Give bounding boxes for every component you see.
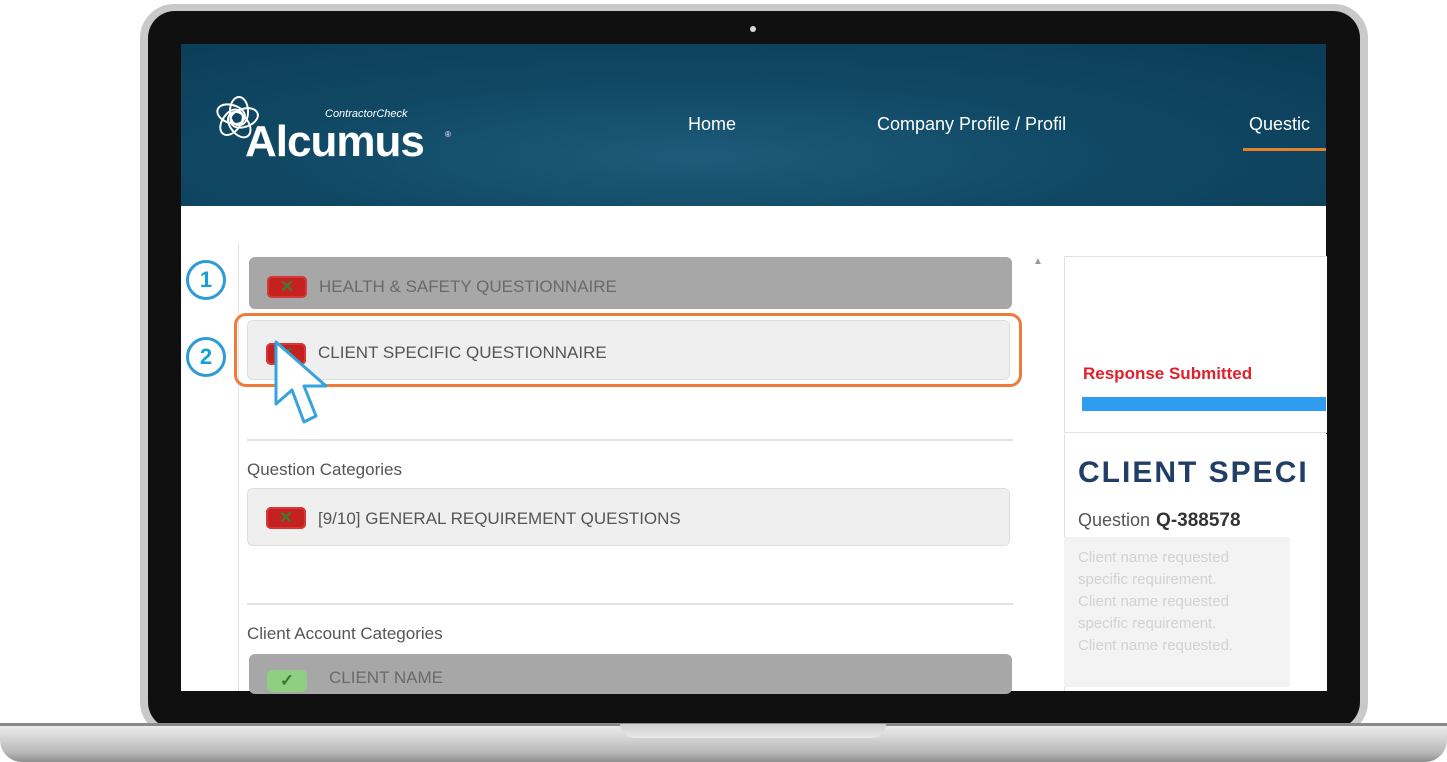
webcam xyxy=(750,26,756,32)
description-line: Client name requested xyxy=(1078,549,1229,566)
incomplete-x-icon xyxy=(267,276,307,298)
registered-mark: ® xyxy=(445,130,451,139)
nav-company-profile[interactable]: Company Profile / Profil xyxy=(877,114,1066,135)
response-status-text: Response Submitted xyxy=(1083,364,1253,383)
step-marker-2: 2 xyxy=(186,337,226,377)
category-item-general-requirements[interactable]: [9/10] GENERAL REQUIREMENT QUESTIONS xyxy=(247,488,1010,546)
questionnaire-item-health-safety[interactable]: HEALTH & SAFETY QUESTIONNAIRE xyxy=(249,257,1012,309)
nav-questionnaires[interactable]: Questic xyxy=(1249,114,1310,135)
description-line: specific requirement. xyxy=(1078,571,1217,588)
section-divider xyxy=(247,439,1013,441)
response-progress-bar xyxy=(1082,397,1326,411)
section-divider xyxy=(247,603,1013,605)
client-account-item[interactable]: CLIENT NAME xyxy=(249,654,1012,694)
complete-check-icon xyxy=(267,670,307,692)
description-line: specific requirement. xyxy=(1078,615,1217,632)
mouse-pointer-icon xyxy=(274,340,328,424)
scroll-up-icon[interactable]: ▲ xyxy=(1033,256,1043,267)
questionnaire-title: CLIENT SPECI xyxy=(1078,456,1309,489)
description-line: Client name requested. xyxy=(1078,637,1234,654)
description-line: Client name requested xyxy=(1078,593,1229,610)
incomplete-x-icon xyxy=(266,507,306,529)
question-description: Client name requested specific requireme… xyxy=(1064,537,1290,687)
laptop-hinge-notch xyxy=(620,724,886,738)
category-label: [9/10] GENERAL REQUIREMENT QUESTIONS xyxy=(318,509,681,528)
question-categories-heading: Question Categories xyxy=(247,460,402,479)
step-marker-1: 1 xyxy=(186,260,226,300)
question-reference: Question Q-388578 xyxy=(1078,510,1241,532)
client-account-categories-heading: Client Account Categories xyxy=(247,624,443,643)
nav-home[interactable]: Home xyxy=(688,114,736,135)
question-label: Question xyxy=(1078,510,1151,530)
questionnaire-label: HEALTH & SAFETY QUESTIONNAIRE xyxy=(319,277,617,296)
client-account-label: CLIENT NAME xyxy=(329,668,443,687)
nav-active-underline xyxy=(1243,148,1326,151)
top-navigation-bar: ContractorCheck Alcumus ® Home Company P… xyxy=(181,44,1326,206)
question-id: Q-388578 xyxy=(1156,510,1241,531)
logo-wordmark: Alcumus xyxy=(245,117,425,166)
